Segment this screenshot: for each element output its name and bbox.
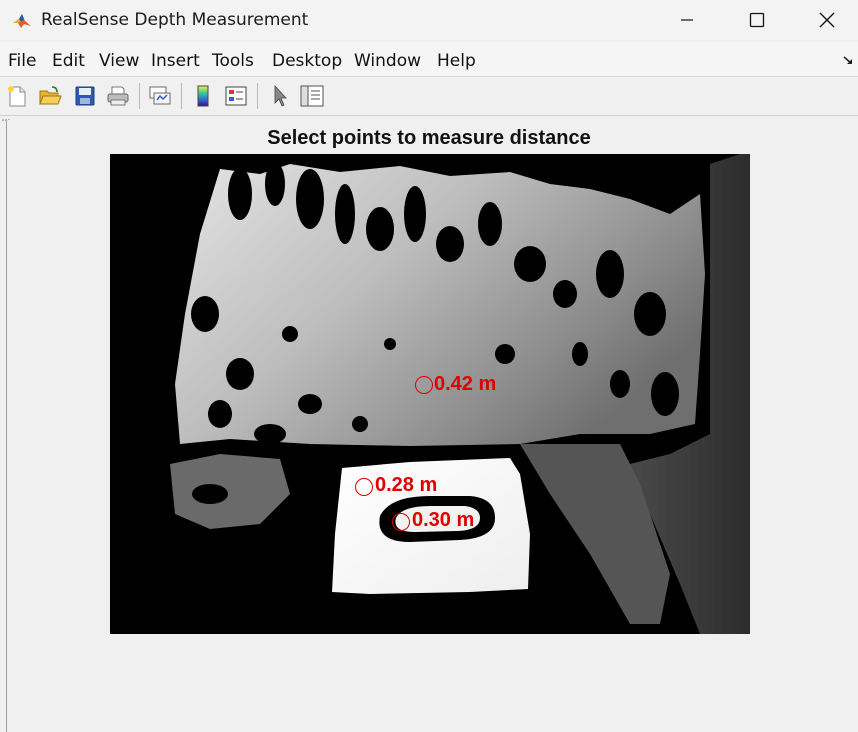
minimize-icon	[681, 19, 693, 21]
edit-plot-button[interactable]	[266, 82, 294, 110]
save-button[interactable]	[71, 82, 99, 110]
colorbar-button[interactable]	[189, 82, 217, 110]
toolbar-separator	[257, 83, 258, 109]
toolbar	[0, 77, 858, 116]
menu-edit[interactable]: Edit	[52, 51, 85, 71]
close-button[interactable]	[792, 0, 858, 40]
legend-button[interactable]	[222, 82, 250, 110]
measurement-label: 0.30 m	[412, 509, 475, 531]
measurement-point-marker[interactable]	[415, 376, 433, 394]
open-button[interactable]	[36, 82, 64, 110]
new-figure-icon	[8, 86, 26, 107]
measurement-label: 0.28 m	[375, 474, 438, 496]
title-bar: RealSense Depth Measurement	[0, 0, 858, 40]
save-icon	[75, 86, 95, 106]
colorbar-icon	[197, 85, 209, 107]
minimize-button[interactable]	[652, 0, 722, 40]
new-figure-button[interactable]	[3, 82, 31, 110]
toolbar-separator	[181, 83, 182, 109]
axes-title: Select points to measure distance	[267, 127, 591, 149]
menu-area: File Edit View Insert Tools Desktop Wind…	[0, 44, 484, 76]
menu-tools[interactable]: Tools	[212, 51, 254, 71]
toolbar-separator	[139, 83, 140, 109]
menu-file[interactable]: File	[8, 51, 36, 71]
link-plot-icon	[149, 86, 171, 105]
depth-image[interactable]	[110, 154, 750, 634]
property-inspector-button[interactable]	[298, 82, 326, 110]
menu-window[interactable]: Window	[354, 51, 421, 71]
edit-plot-arrow-icon	[274, 84, 287, 107]
legend-icon	[225, 86, 247, 106]
window-title: RealSense Depth Measurement	[41, 10, 309, 30]
close-icon	[819, 12, 835, 28]
menu-insert[interactable]: Insert	[151, 51, 200, 71]
measurement-point-marker[interactable]	[392, 513, 410, 531]
menu-bar: File Edit View Insert Tools Desktop Wind…	[0, 42, 858, 77]
menu-help[interactable]: Help	[437, 51, 476, 71]
menu-desktop[interactable]: Desktop	[272, 51, 342, 71]
open-icon	[39, 86, 62, 105]
maximize-icon	[749, 12, 765, 28]
dock-arrow-icon[interactable]	[842, 54, 854, 66]
matlab-logo-icon	[13, 14, 31, 28]
link-plot-button[interactable]	[146, 82, 174, 110]
maximize-button[interactable]	[722, 0, 792, 40]
print-icon	[107, 86, 129, 106]
measurement-point-marker[interactable]	[355, 478, 373, 496]
property-inspector-icon	[300, 85, 324, 107]
print-button[interactable]	[104, 82, 132, 110]
measurement-label: 0.42 m	[434, 373, 497, 395]
menu-view[interactable]: View	[99, 51, 139, 71]
